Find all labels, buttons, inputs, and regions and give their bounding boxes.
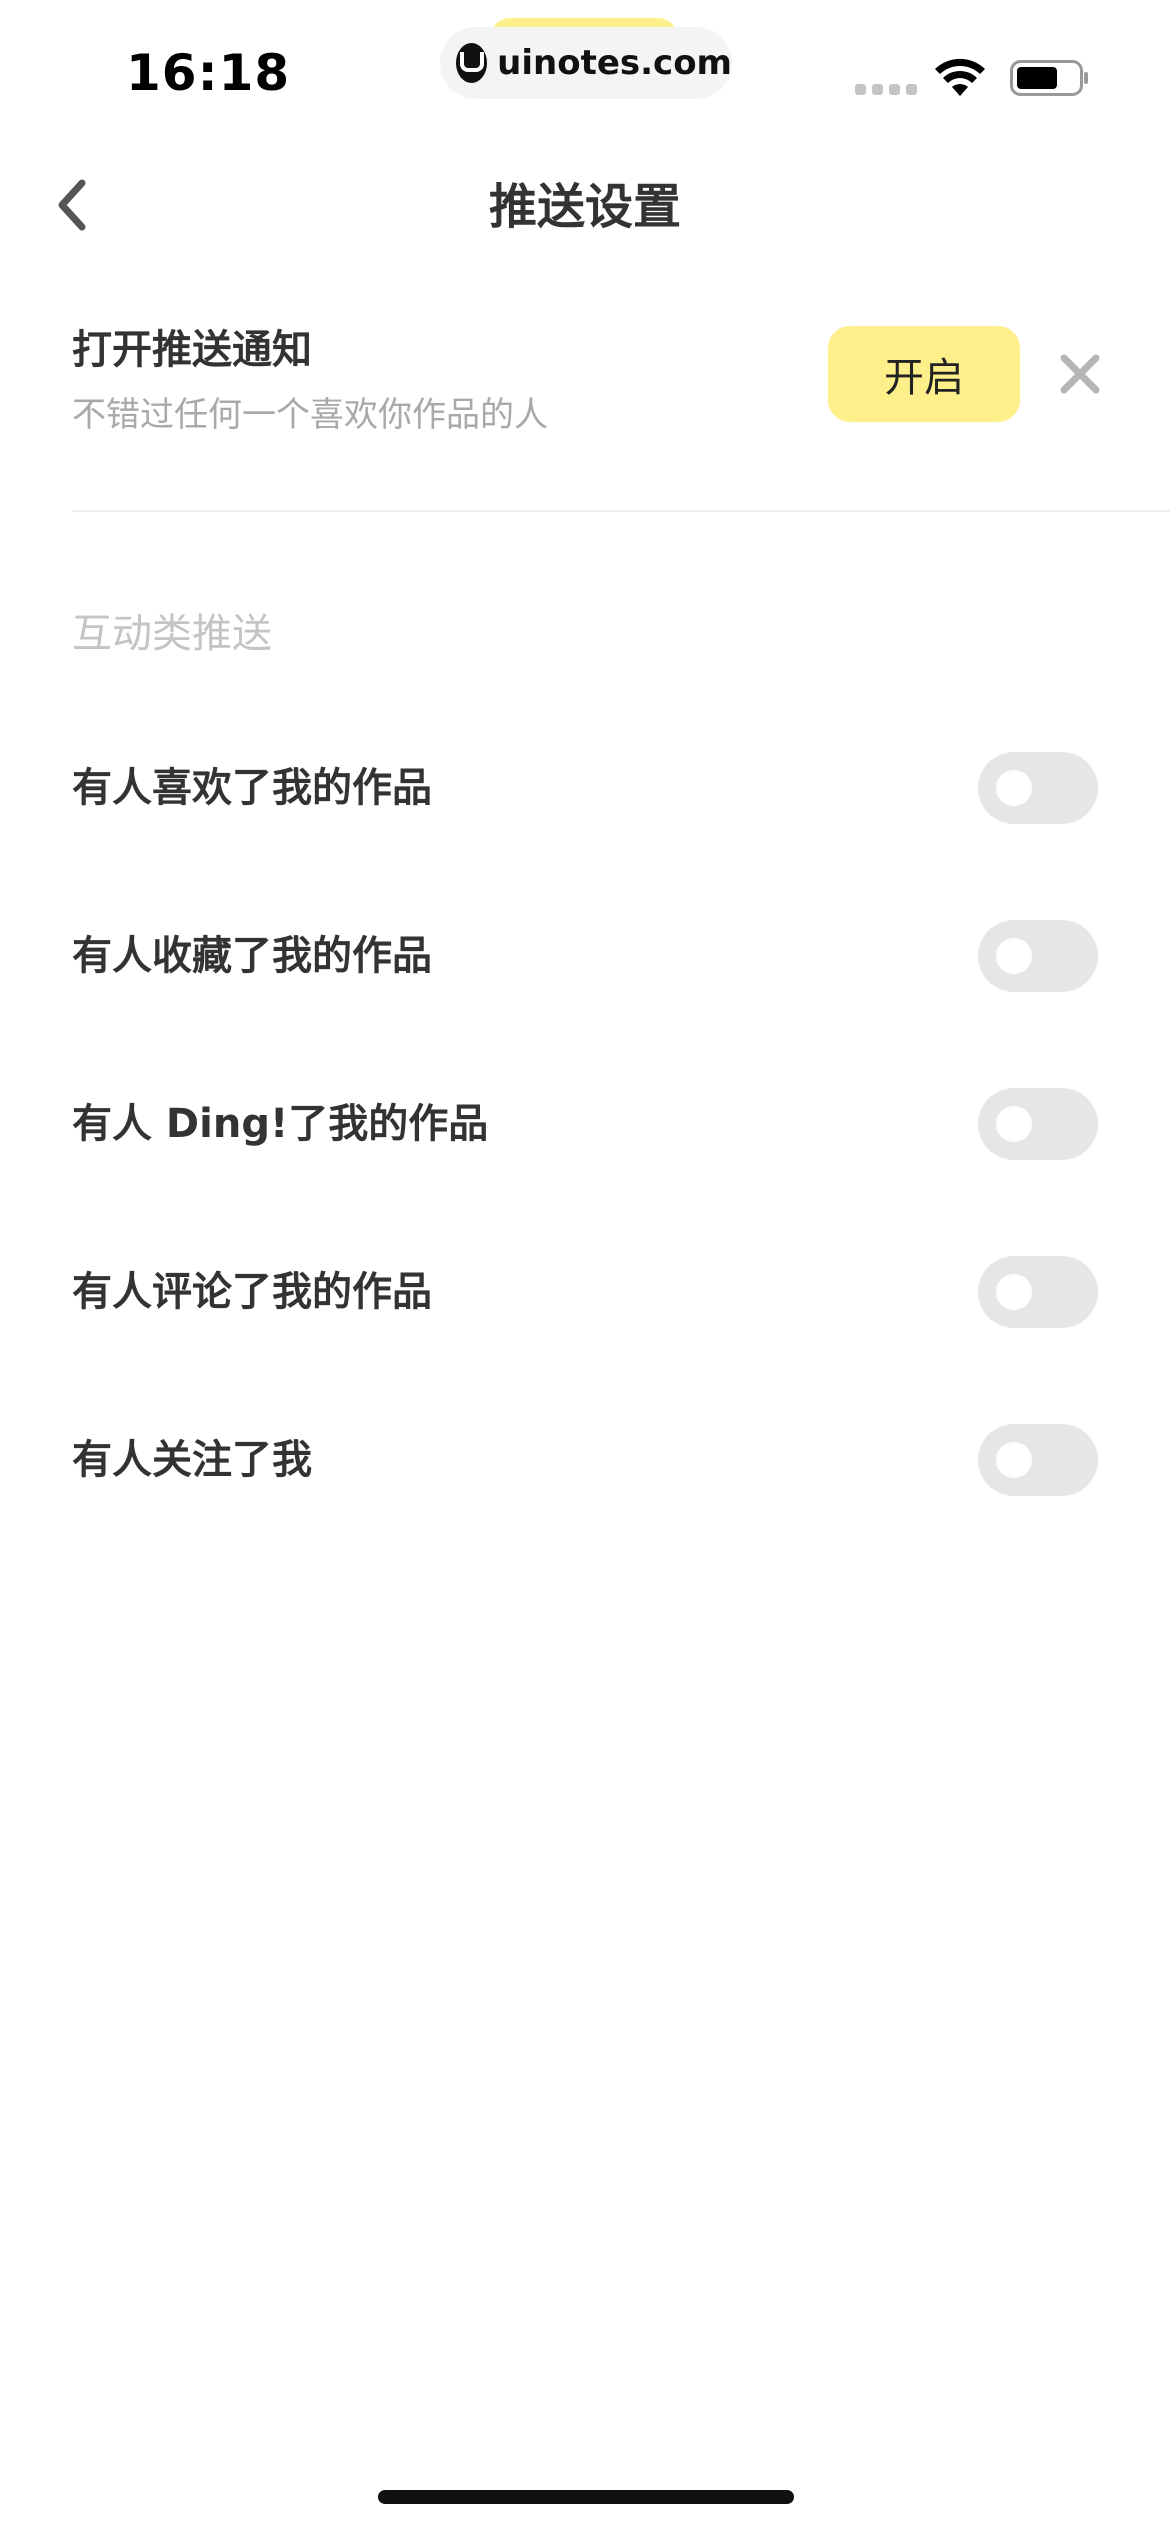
page-title: 推送设置: [488, 179, 681, 235]
setting-label: 有人关注了我: [72, 1437, 312, 1483]
toggle-knob: [996, 1442, 1032, 1478]
settings-list: 有人喜欢了我的作品 有人收藏了我的作品 有人 Ding!了我的作品 有人评论了我…: [0, 706, 1170, 1546]
battery-icon: [1010, 60, 1088, 96]
section-header: 互动类推送: [72, 611, 272, 657]
wifi-icon: [935, 58, 985, 96]
site-logo-icon: [456, 43, 488, 83]
setting-row-followed: 有人关注了我: [0, 1378, 1170, 1546]
toggle-collected[interactable]: [978, 920, 1098, 992]
close-icon: [1060, 354, 1100, 394]
home-indicator: [378, 2490, 794, 2504]
status-time: 16:18: [126, 44, 291, 102]
enable-push-button[interactable]: 开启: [828, 326, 1020, 422]
status-bar: 16:18 uinotes.com: [0, 0, 1170, 140]
setting-label: 有人收藏了我的作品: [72, 933, 432, 979]
toggle-knob: [996, 770, 1032, 806]
toggle-knob: [996, 1274, 1032, 1310]
close-banner-button[interactable]: [1052, 346, 1108, 402]
setting-row-ding: 有人 Ding!了我的作品: [0, 1042, 1170, 1210]
toggle-commented[interactable]: [978, 1256, 1098, 1328]
toggle-ding[interactable]: [978, 1088, 1098, 1160]
setting-row-liked: 有人喜欢了我的作品: [0, 706, 1170, 874]
toggle-knob: [996, 1106, 1032, 1142]
toggle-liked[interactable]: [978, 752, 1098, 824]
setting-label: 有人 Ding!了我的作品: [72, 1101, 489, 1147]
banner-subtitle: 不错过任何一个喜欢你作品的人: [72, 395, 548, 435]
push-permission-banner: 打开推送通知 不错过任何一个喜欢你作品的人 开启: [72, 310, 1170, 512]
setting-row-collected: 有人收藏了我的作品: [0, 874, 1170, 1042]
url-text: uinotes.com: [497, 43, 732, 83]
cellular-signal-icon: [855, 84, 917, 95]
toggle-knob: [996, 938, 1032, 974]
setting-label: 有人评论了我的作品: [72, 1269, 432, 1315]
setting-row-commented: 有人评论了我的作品: [0, 1210, 1170, 1378]
url-pill[interactable]: uinotes.com: [440, 27, 732, 99]
setting-label: 有人喜欢了我的作品: [72, 765, 432, 811]
toggle-followed[interactable]: [978, 1424, 1098, 1496]
banner-title: 打开推送通知: [72, 327, 312, 373]
